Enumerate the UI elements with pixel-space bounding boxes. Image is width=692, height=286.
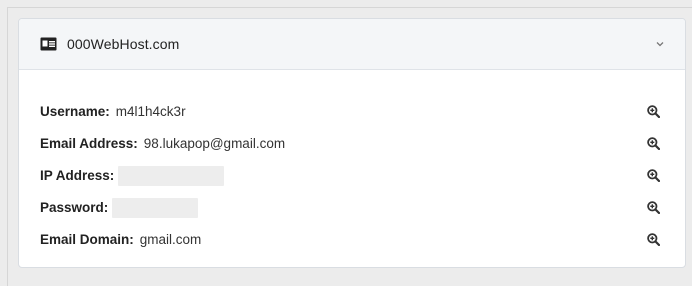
redacted-value bbox=[112, 197, 199, 218]
card-title: 000WebHost.com bbox=[67, 36, 180, 52]
field-row-ip-address: IP Address: bbox=[40, 163, 664, 188]
card-header[interactable]: 000WebHost.com bbox=[19, 19, 685, 70]
card-body: Username: m4l1h4ck3r Email Address: 98.l… bbox=[19, 70, 685, 252]
redacted-value bbox=[118, 165, 225, 186]
zoom-in-icon[interactable] bbox=[646, 233, 660, 247]
field-row-username: Username: m4l1h4ck3r bbox=[40, 99, 664, 124]
field-label: Password: bbox=[40, 200, 109, 215]
field-row-email-address: Email Address: 98.lukapop@gmail.com bbox=[40, 131, 664, 156]
field-row-email-domain: Email Domain: gmail.com bbox=[40, 227, 664, 252]
field-row-password: Password: bbox=[40, 195, 664, 220]
breach-card: 000WebHost.com Username: m4l1h4ck3r Emai… bbox=[18, 18, 686, 268]
field-label: Email Address: bbox=[40, 136, 138, 151]
field-label: Email Domain: bbox=[40, 232, 134, 247]
chevron-down-icon[interactable] bbox=[655, 39, 665, 49]
field-label: IP Address: bbox=[40, 168, 115, 183]
zoom-in-icon[interactable] bbox=[646, 201, 660, 215]
field-label: Username: bbox=[40, 104, 110, 119]
id-card-icon bbox=[40, 36, 57, 52]
zoom-in-icon[interactable] bbox=[646, 137, 660, 151]
zoom-in-icon[interactable] bbox=[646, 105, 660, 119]
field-value: 98.lukapop@gmail.com bbox=[143, 136, 286, 151]
zoom-in-icon[interactable] bbox=[646, 169, 660, 183]
field-value: m4l1h4ck3r bbox=[115, 104, 186, 119]
field-value: gmail.com bbox=[139, 232, 202, 247]
